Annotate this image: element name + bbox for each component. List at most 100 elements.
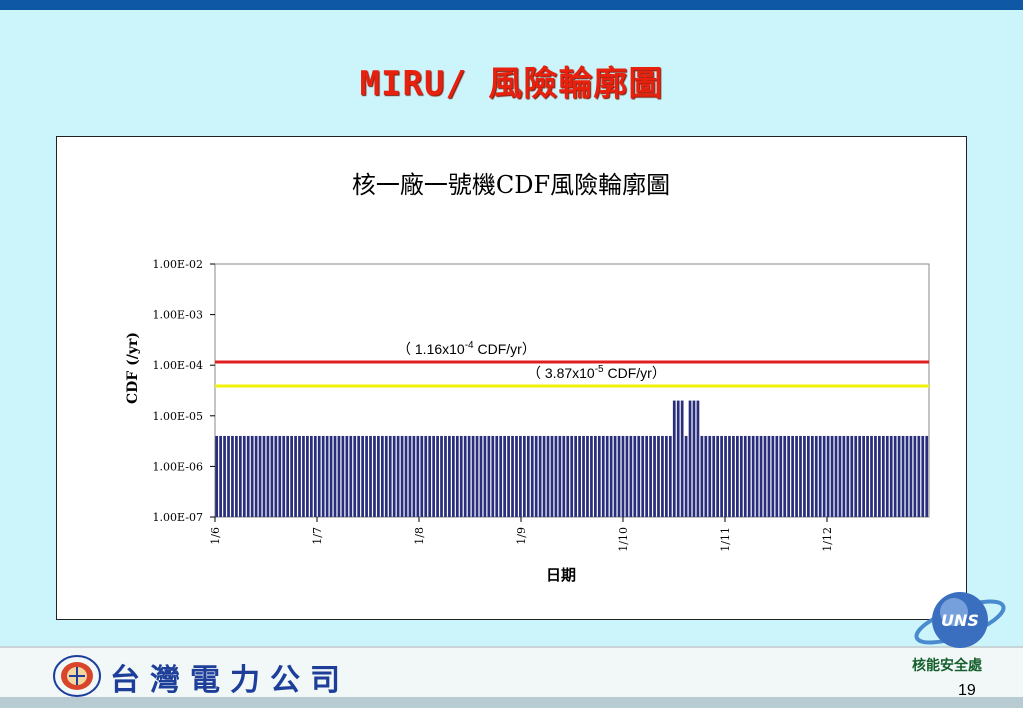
- bar: [787, 435, 791, 517]
- cdf-chart: 核一廠一號機CDF風險輪廓圖 1.00E-07 1.00E-06 1.00E-05 1…: [125, 171, 930, 584]
- bar: [333, 435, 337, 517]
- bar: [597, 435, 601, 517]
- bar: [550, 435, 554, 517]
- y-tick-label: 1.00E-03: [153, 309, 203, 322]
- bar: [554, 435, 558, 517]
- bar: [759, 435, 763, 517]
- bar: [511, 435, 514, 517]
- bar: [838, 435, 842, 517]
- mean-cdf-label: （ 1.16x10-4 CDF/yr）: [397, 340, 536, 357]
- bar: [755, 435, 759, 517]
- uns-label: 核能安全處: [912, 658, 982, 674]
- bar: [483, 435, 487, 517]
- bar: [365, 435, 368, 517]
- bar: [763, 435, 767, 517]
- bar: [854, 435, 858, 517]
- bar: [570, 435, 574, 517]
- bar: [641, 435, 645, 517]
- bar: [613, 435, 617, 517]
- bar: [668, 435, 672, 517]
- bar: [881, 435, 885, 517]
- y-tick-label: 1.00E-07: [153, 511, 203, 524]
- y-tick-label: 1.00E-06: [153, 460, 203, 473]
- bar: [266, 435, 270, 517]
- bar: [870, 435, 873, 517]
- bar: [767, 435, 771, 517]
- bar: [661, 435, 664, 517]
- bar: [704, 435, 708, 517]
- bar: [306, 435, 309, 517]
- bar: [807, 435, 810, 517]
- bar: [227, 435, 230, 517]
- bar: [676, 400, 680, 517]
- bar: [582, 435, 585, 517]
- bar: [743, 435, 747, 517]
- bar: [810, 435, 814, 517]
- bar: [653, 435, 656, 517]
- uns-logo-text: UNS: [941, 611, 979, 630]
- bar: [736, 435, 739, 517]
- bar: [665, 435, 668, 517]
- bar: [467, 435, 471, 517]
- bar: [223, 435, 226, 517]
- bar: [313, 435, 317, 517]
- bar: [791, 435, 794, 517]
- bar: [862, 435, 865, 517]
- bar: [302, 435, 305, 517]
- bar: [463, 435, 467, 517]
- bar: [708, 435, 712, 517]
- x-tick-label: 1/7: [311, 527, 324, 545]
- slide-title: MIRU/ 風險輪廓圖: [359, 64, 664, 104]
- bar: [874, 435, 877, 517]
- bar: [262, 435, 266, 517]
- bar: [799, 435, 802, 517]
- bar: [629, 435, 633, 517]
- bar: [893, 435, 897, 517]
- top-bar: [0, 0, 1023, 10]
- bar: [321, 435, 325, 517]
- bar: [858, 435, 862, 517]
- bar: [672, 400, 676, 517]
- bar: [254, 435, 258, 517]
- bar: [712, 435, 716, 517]
- bar: [637, 435, 641, 517]
- bar: [700, 435, 704, 517]
- bar: [479, 435, 483, 517]
- bar: [353, 435, 357, 517]
- bar: [459, 435, 463, 517]
- bar: [617, 435, 621, 517]
- bar: [491, 435, 495, 517]
- bar: [728, 435, 731, 517]
- y-tick-label: 1.00E-02: [153, 258, 203, 271]
- bar: [538, 435, 542, 517]
- bar: [377, 435, 380, 517]
- bar: [562, 435, 566, 517]
- bar: [921, 435, 925, 517]
- bar: [420, 435, 424, 517]
- bar: [732, 435, 735, 517]
- bar: [657, 435, 660, 517]
- bar: [716, 435, 720, 517]
- bar: [747, 435, 751, 517]
- bar: [645, 435, 649, 517]
- bar: [215, 435, 219, 517]
- bar: [546, 435, 550, 517]
- bar: [601, 435, 605, 517]
- bar: [258, 435, 262, 517]
- bar: [724, 435, 727, 517]
- bar: [286, 435, 290, 517]
- chart-frame: 核一廠一號機CDF風險輪廓圖 1.00E-07 1.00E-06 1.00E-05 1…: [56, 136, 967, 620]
- bar: [507, 435, 510, 517]
- bar: [909, 435, 913, 517]
- bar: [739, 435, 743, 517]
- bar: [219, 435, 222, 517]
- bar: [235, 435, 238, 517]
- bar: [400, 435, 404, 517]
- bar: [444, 435, 447, 517]
- bar: [282, 435, 286, 517]
- x-tick-label: 1/8: [413, 527, 426, 545]
- bar: [917, 435, 921, 517]
- bar: [692, 400, 696, 517]
- company-name: 台灣電力公司: [110, 663, 350, 698]
- bar: [325, 435, 329, 517]
